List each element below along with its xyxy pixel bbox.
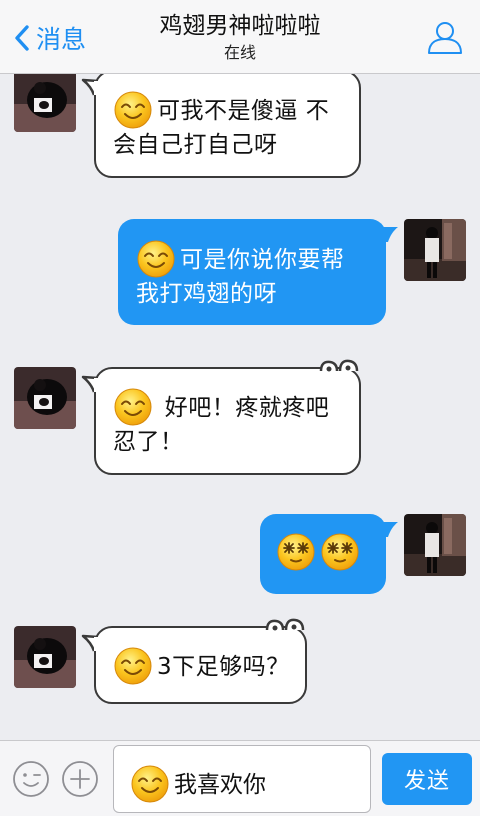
message-bubble[interactable]	[260, 514, 398, 594]
message-text: 3下足够吗？	[157, 654, 290, 680]
message-bubble[interactable]: 可我不是傻逼 不 会自己打自己呀	[81, 74, 361, 178]
chat-header: 消息 鸡翅男神啦啦啦 在线	[0, 0, 480, 74]
contact-avatar-image	[14, 367, 76, 429]
message-bubble[interactable]: 可是你说你要帮 我打鸡翅的呀	[118, 219, 398, 325]
contact-avatar[interactable]	[14, 367, 76, 429]
bubble-tail	[383, 227, 398, 242]
plus-circle-icon	[62, 761, 98, 797]
bubble-decoration-icon	[265, 618, 305, 631]
bubble-tail	[81, 634, 99, 652]
online-status: 在线	[223, 43, 256, 62]
wink-face-icon	[13, 761, 49, 797]
person-icon	[428, 22, 462, 54]
smile-emoji-icon	[113, 90, 153, 130]
my-avatar-image	[404, 219, 466, 281]
bubble-tail	[81, 78, 99, 96]
smile-emoji-icon	[113, 387, 153, 427]
message-bubble[interactable]: 好吧！疼就疼吧 忍了！	[81, 359, 361, 475]
smile-emoji-icon	[136, 239, 176, 279]
chat-title: 鸡翅男神啦啦啦	[159, 13, 321, 39]
profile-button[interactable]	[426, 18, 464, 56]
back-button[interactable]: 消息	[12, 20, 86, 56]
message-input[interactable]: 我喜欢你	[113, 745, 371, 813]
message-text: 忍了！	[113, 429, 184, 455]
dizzy-emoji-icon	[276, 532, 316, 572]
chevron-left-icon	[15, 25, 29, 51]
contact-avatar[interactable]	[14, 74, 76, 132]
my-avatar[interactable]	[404, 219, 466, 281]
contact-avatar-image	[14, 626, 76, 688]
send-button[interactable]: 发送	[382, 753, 472, 805]
message-bubble[interactable]: 3下足够吗？	[81, 618, 307, 704]
message-input-text: 我喜欢你	[174, 772, 266, 798]
back-label: 消息	[36, 25, 87, 54]
message-text: 好吧！疼就疼吧	[157, 395, 330, 421]
dizzy-emoji-icon	[320, 532, 360, 572]
more-options-button[interactable]	[61, 760, 99, 798]
input-bar: 我喜欢你 发送	[0, 740, 480, 816]
message-text: 会自己打自己呀	[113, 132, 278, 158]
bubble-tail	[81, 375, 99, 393]
smile-emoji-icon	[130, 764, 170, 804]
chat-list[interactable]: 可我不是傻逼 不 会自己打自己呀 可是你说你要帮 我打鸡翅的呀 好吧！疼就疼吧 …	[0, 74, 480, 740]
message-text: 我打鸡翅的呀	[136, 281, 277, 307]
bubble-tail	[383, 522, 398, 537]
contact-avatar[interactable]	[14, 626, 76, 688]
my-avatar-image	[404, 514, 466, 576]
my-avatar[interactable]	[404, 514, 466, 576]
bubble-decoration-icon	[319, 359, 359, 372]
contact-avatar-image	[14, 74, 76, 132]
smile-emoji-icon	[113, 646, 153, 686]
title-block: 鸡翅男神啦啦啦 在线	[90, 10, 390, 64]
message-text: 可我不是傻逼 不	[157, 98, 330, 124]
emoji-picker-button[interactable]	[12, 760, 50, 798]
message-text: 可是你说你要帮	[180, 247, 345, 273]
